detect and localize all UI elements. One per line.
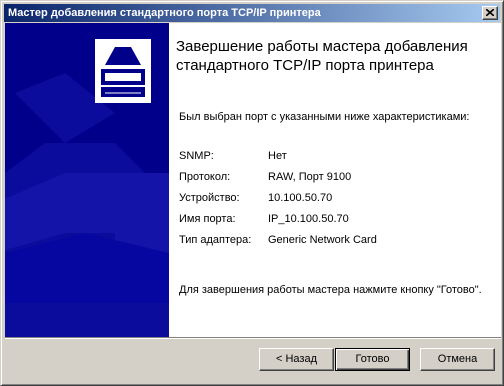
property-value: IP_10.100.50.70 [268, 213, 349, 225]
property-value: 10.100.50.70 [268, 192, 333, 204]
property-label: Устройство: [179, 192, 240, 204]
property-label: Имя порта: [179, 213, 236, 225]
window-title: Мастер добавления стандартного порта TCP… [8, 7, 321, 19]
property-value: Нет [268, 150, 287, 162]
property-label: SNMP: [179, 150, 214, 162]
property-row-snmp: SNMP: Нет [179, 150, 377, 171]
property-row-protocol: Протокол: RAW, Порт 9100 [179, 171, 377, 192]
cancel-button[interactable]: Отмена [420, 348, 495, 371]
back-button[interactable]: < Назад [259, 348, 334, 371]
property-label: Тип адаптера: [179, 234, 252, 246]
close-icon [486, 9, 494, 16]
page-title: Завершение работы мастера добавления ста… [176, 38, 468, 74]
property-value: RAW, Порт 9100 [268, 171, 352, 183]
property-value: Generic Network Card [268, 234, 377, 246]
properties-list: SNMP: Нет Протокол: RAW, Порт 9100 Устройс… [179, 150, 377, 255]
property-row-device: Устройство: 10.100.50.70 [179, 192, 377, 213]
wizard-content: Завершение работы мастера добавления ста… [169, 23, 501, 337]
intro-text: Был выбран порт с указанными ниже характ… [179, 111, 470, 123]
finish-button[interactable]: Готово [335, 348, 410, 371]
wizard-banner-art [5, 39, 169, 337]
wizard-banner [5, 23, 169, 337]
divider [5, 337, 501, 339]
printer-icon [95, 39, 151, 103]
finish-hint: Для завершения работы мастера нажмите кн… [179, 284, 482, 296]
close-button[interactable] [482, 6, 498, 20]
property-row-port-name: Имя порта: IP_10.100.50.70 [179, 213, 377, 234]
property-row-adapter-type: Тип адаптера: Generic Network Card [179, 234, 377, 255]
wizard-window: Мастер добавления стандартного порта TCP… [0, 0, 504, 386]
title-bar[interactable]: Мастер добавления стандартного порта TCP… [4, 4, 500, 22]
property-label: Протокол: [179, 171, 231, 183]
